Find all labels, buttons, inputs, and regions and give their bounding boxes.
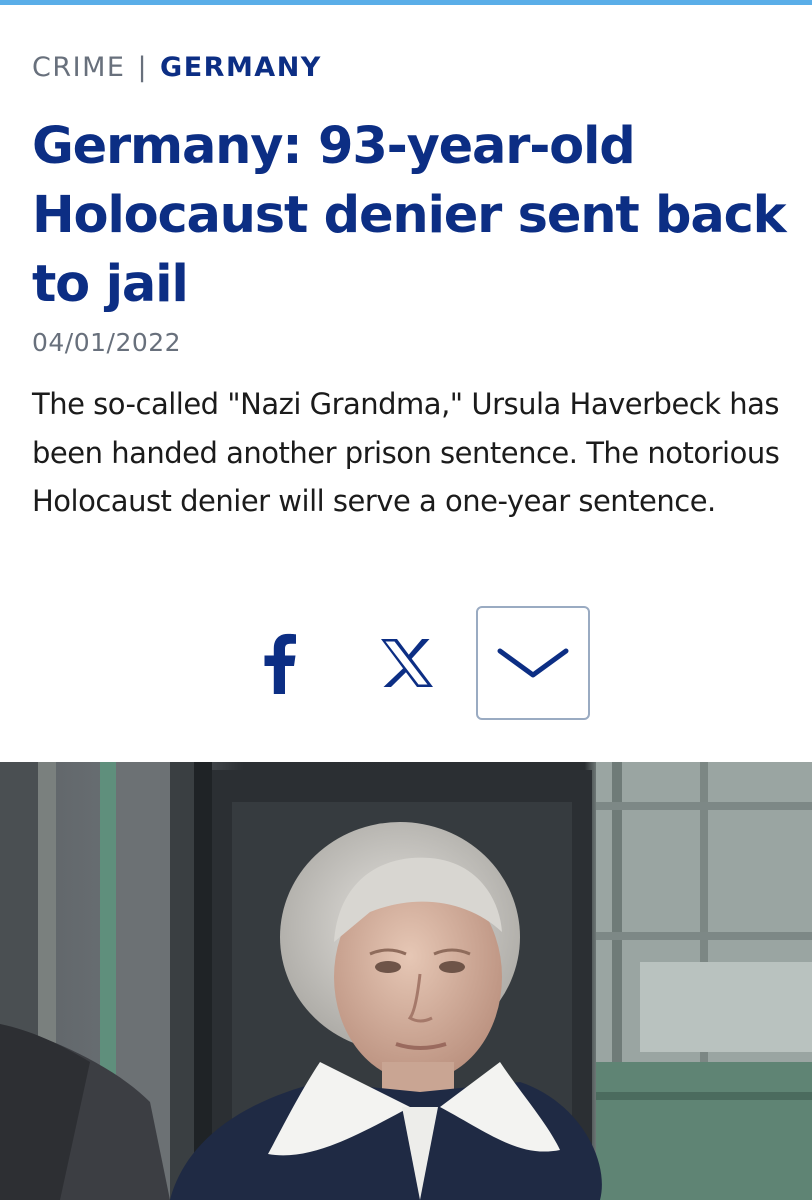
accent-bar (0, 0, 812, 5)
x-share-button[interactable] (364, 618, 450, 708)
article-teaser: The so-called "Nazi Grandma," Ursula Hav… (32, 387, 780, 518)
article-kicker: CRIME | GERMANY (32, 50, 322, 86)
share-bar (0, 604, 812, 722)
chevron-down-icon (497, 648, 569, 678)
article-page: CRIME | GERMANY Germany: 93-year-old Holoc… (0, 0, 812, 1200)
more-share-button[interactable] (476, 606, 590, 720)
kicker-separator: | (137, 52, 149, 83)
kicker-section[interactable]: CRIME (32, 52, 125, 83)
facebook-share-button[interactable] (236, 618, 322, 708)
facebook-icon (264, 633, 296, 694)
article-photo (0, 762, 812, 1200)
x-icon (381, 639, 433, 687)
article-headline: Germany: 93-year-old Holocaust denier se… (32, 117, 787, 314)
article-date: 04/01/2022 (32, 328, 182, 357)
kicker-country[interactable]: GERMANY (160, 52, 322, 83)
